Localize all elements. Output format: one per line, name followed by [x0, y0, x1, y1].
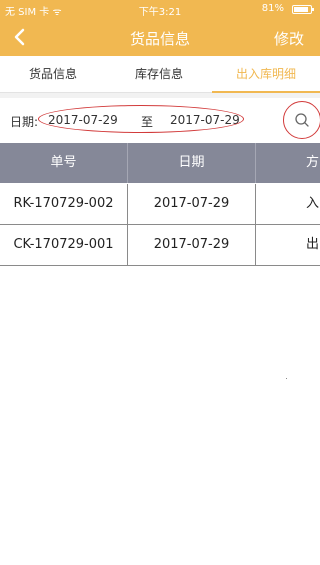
tab-stock-info[interactable]: 库存信息	[106, 56, 212, 92]
start-date-field[interactable]: 2017-07-29	[48, 113, 118, 127]
table-header: 单号 日期 方	[0, 143, 320, 183]
search-button[interactable]	[283, 101, 320, 139]
cell-date: 2017-07-29	[153, 237, 230, 252]
cell-direction: 入	[306, 196, 320, 211]
column-header-date: 日期	[178, 155, 205, 170]
battery-percent: 81%	[261, 3, 284, 14]
search-icon	[295, 113, 309, 127]
tab-inout-detail[interactable]: 出入库明细	[212, 56, 320, 93]
page-title: 货品信息	[129, 30, 190, 48]
cell-order-no: CK-170729-001	[13, 237, 114, 252]
tab-goods-info[interactable]: 货品信息	[0, 56, 106, 92]
date-label: 日期:	[10, 115, 39, 129]
column-header-order-no: 单号	[50, 155, 77, 170]
table-row[interactable]: RK-170729-002 2017-07-29 入	[0, 184, 320, 225]
end-date-field[interactable]: 2017-07-29	[170, 113, 240, 127]
table-row[interactable]: CK-170729-001 2017-07-29 出	[0, 225, 320, 266]
status-bar: 无 SIM 卡 ᯤ 下午3:21 81%	[0, 0, 320, 20]
column-header-direction: 方	[306, 155, 320, 170]
stray-dot	[286, 378, 287, 379]
tab-inout-detail-label: 出入库明细	[235, 67, 296, 81]
cell-date: 2017-07-29	[153, 196, 230, 211]
edit-button[interactable]: 修改	[274, 28, 304, 49]
date-filter-row: 日期: 2017-07-29 至 2017-07-29	[0, 98, 320, 142]
cell-order-no: RK-170729-002	[13, 196, 114, 211]
nav-bar: 货品信息 修改	[0, 20, 320, 56]
tab-bar: 货品信息 库存信息 出入库明细	[0, 56, 320, 93]
date-separator: 至	[141, 115, 154, 129]
cell-direction: 出	[306, 237, 320, 252]
battery-icon	[292, 5, 314, 14]
